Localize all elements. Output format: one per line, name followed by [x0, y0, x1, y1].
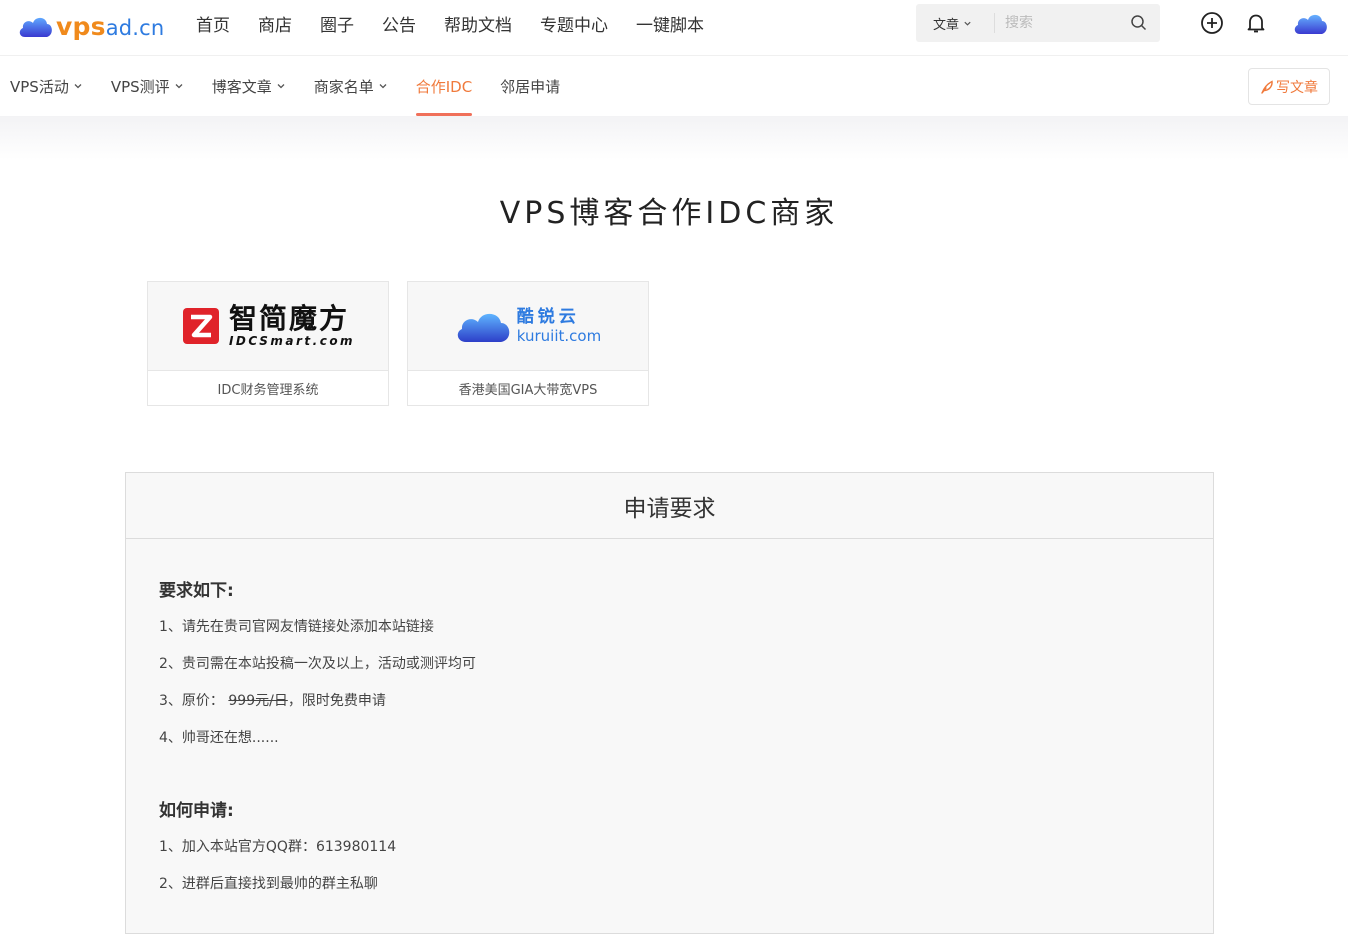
subnav-vps-review[interactable]: VPS测评	[111, 56, 184, 116]
original-price: 999元/日	[228, 693, 288, 709]
partner-caption: 香港美国GIA大带宽VPS	[458, 383, 598, 398]
requirement-item-price: 3、原价： 999元/日，限时免费申请	[159, 690, 386, 710]
subnav-label: 邻居申请	[500, 77, 561, 96]
feather-pen-icon	[1261, 79, 1273, 94]
page-title: VPS博客合作IDC商家	[499, 196, 839, 231]
partner-logo-subtitle: kuruiit.com	[516, 327, 602, 345]
subnav-label: 合作IDC	[415, 77, 473, 96]
subnav-label: VPS测评	[110, 77, 170, 96]
requirement-item: 2、贵司需在本站投稿一次及以上，活动或测评均可	[159, 656, 476, 672]
partner-caption: IDC财务管理系统	[217, 383, 319, 398]
nav-topics[interactable]: 专题中心	[540, 11, 608, 36]
subnav-vps-activity[interactable]: VPS活动	[10, 56, 83, 116]
subnav-label: VPS活动	[10, 77, 69, 96]
search-type-label: 文章	[933, 17, 960, 33]
partner-logo-title: 酷锐云	[516, 307, 580, 327]
apply-step: 1、加入本站官方QQ群：613980114	[159, 839, 397, 855]
main-nav: 首页 商店 圈子 公告 帮助文档 专题中心 一键脚本	[196, 0, 732, 46]
chevron-down-icon	[277, 84, 285, 89]
header-shadow	[0, 116, 1348, 160]
partner-logo-subtitle: IDCSmart.com	[228, 334, 356, 348]
add-circle-icon[interactable]	[1200, 11, 1224, 35]
nav-announcement[interactable]: 公告	[382, 11, 416, 36]
price-prefix: 3、原价：	[159, 693, 224, 709]
subnav-blog-articles[interactable]: 博客文章	[212, 56, 286, 116]
logo-vps-text: vps	[56, 11, 106, 41]
chevron-down-icon	[175, 84, 183, 89]
requirements-heading: 申请要求	[126, 473, 1213, 539]
search-input[interactable]	[1005, 15, 1125, 31]
chevron-down-icon	[964, 21, 971, 26]
nav-home[interactable]: 首页	[196, 11, 230, 36]
nav-circle[interactable]: 圈子	[320, 11, 354, 36]
partner-card-idcsmart[interactable]: 智简魔方 IDCSmart.com IDC财务管理系统	[147, 281, 389, 406]
site-logo[interactable]: vpsad.cn	[18, 8, 164, 44]
partner-card-kuruiit[interactable]: 酷锐云 kuruiit.com 香港美国GIA大带宽VPS	[407, 281, 649, 406]
requirements-section-title: 要求如下:	[159, 581, 234, 601]
cloud-logo-icon	[457, 313, 510, 342]
price-suffix: ，限时免费申请	[287, 693, 386, 709]
search-type-select[interactable]: 文章	[916, 14, 994, 33]
subnav-partner-idc[interactable]: 合作IDC	[415, 56, 473, 116]
write-article-button[interactable]: 写文章	[1248, 68, 1330, 105]
top-header: vpsad.cn 首页 商店 圈子 公告 帮助文档 专题中心 一键脚本 文章	[0, 0, 1348, 56]
chevron-down-icon	[379, 84, 387, 89]
category-nav: VPS活动 VPS测评 博客文章 商家名单 合作IDC 邻居申请 写文章	[0, 56, 1348, 116]
subnav-label: 商家名单	[313, 77, 374, 96]
subnav-merchant-list[interactable]: 商家名单	[314, 56, 388, 116]
requirements-panel: 申请要求 要求如下: 1、请先在贵司官网友情链接处添加本站链接 2、贵司需在本站…	[125, 472, 1214, 934]
search-divider	[994, 13, 995, 33]
partner-logo: 智简魔方 IDCSmart.com	[148, 282, 388, 371]
apply-section-title: 如何申请:	[159, 801, 234, 821]
nav-scripts[interactable]: 一键脚本	[636, 11, 704, 36]
chevron-down-icon	[74, 84, 82, 89]
cloud-logo-icon	[19, 17, 52, 37]
subnav-label: 博客文章	[211, 77, 272, 96]
subnav-neighbor-apply[interactable]: 邻居申请	[500, 56, 560, 116]
search-icon[interactable]	[1130, 14, 1148, 32]
search-box: 文章	[916, 4, 1160, 42]
avatar[interactable]	[1293, 9, 1329, 37]
nav-help-docs[interactable]: 帮助文档	[444, 11, 512, 36]
bell-icon[interactable]	[1244, 11, 1268, 35]
logo-domain-text: ad.cn	[105, 15, 165, 40]
partner-logo: 酷锐云 kuruiit.com	[408, 282, 648, 371]
partner-logo-title: 智简魔方	[228, 302, 349, 335]
write-article-label: 写文章	[1276, 79, 1318, 96]
apply-step: 2、进群后直接找到最帅的群主私聊	[159, 876, 378, 892]
idcsmart-logo-icon	[182, 308, 219, 344]
requirement-item: 4、帅哥还在想......	[159, 730, 279, 746]
nav-shop[interactable]: 商店	[258, 11, 292, 36]
requirement-item: 1、请先在贵司官网友情链接处添加本站链接	[159, 619, 434, 635]
